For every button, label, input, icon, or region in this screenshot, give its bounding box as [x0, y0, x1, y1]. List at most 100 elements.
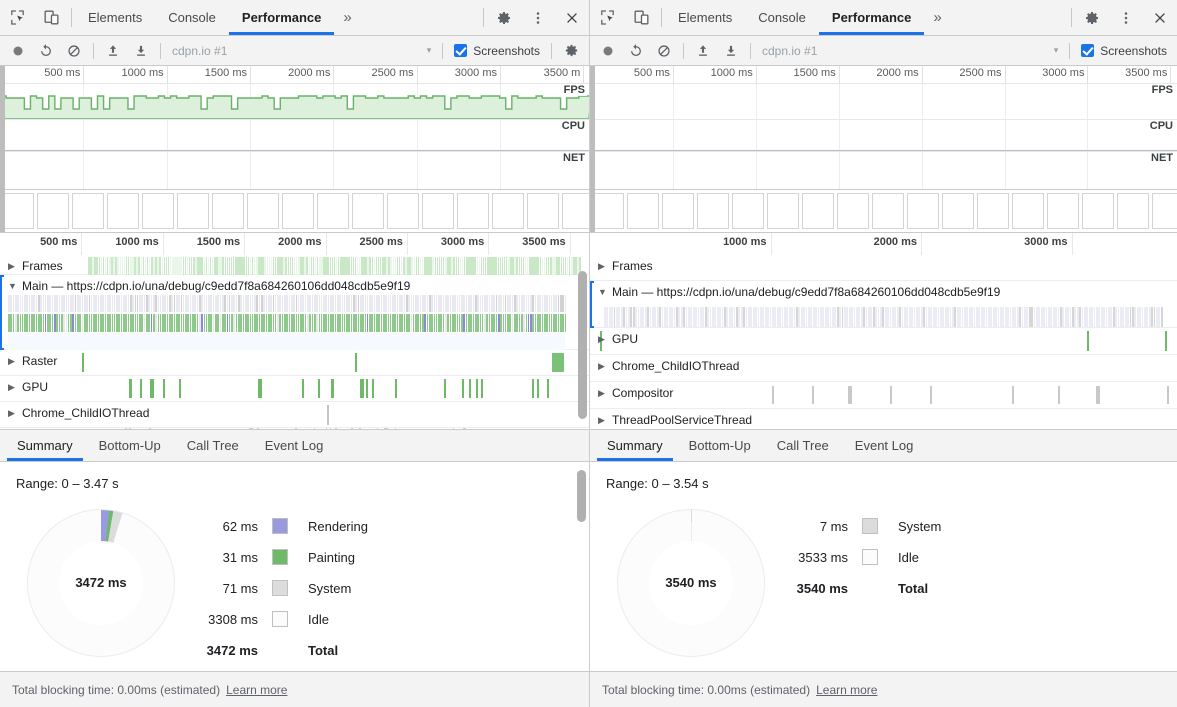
- filmstrip-frame[interactable]: [492, 193, 524, 229]
- close-icon[interactable]: [1143, 0, 1177, 35]
- flame-track-header[interactable]: ▶Chrome_ChildIOThread: [0, 402, 589, 424]
- filmstrip-frame[interactable]: [247, 193, 279, 229]
- record-circle-icon[interactable]: [4, 37, 32, 65]
- flame-track-header[interactable]: ▶GPU: [590, 328, 1177, 350]
- more-vertical-icon[interactable]: [1109, 0, 1143, 35]
- flame-track-header[interactable]: ▼Main — https://cdpn.io/una/debug/c9edd7…: [0, 275, 589, 297]
- more-tabs-chevron-icon[interactable]: »: [334, 0, 360, 35]
- recording-selector-dropdown[interactable]: cdpn.io #1▾: [756, 40, 1064, 62]
- screenshots-checkbox[interactable]: Screenshots: [448, 44, 546, 58]
- more-tabs-chevron-icon[interactable]: »: [924, 0, 950, 35]
- learn-more-link[interactable]: Learn more: [226, 683, 287, 697]
- filmstrip-frame[interactable]: [732, 193, 764, 229]
- filmstrip-frame[interactable]: [422, 193, 454, 229]
- detail-tab-event-log[interactable]: Event Log: [842, 430, 927, 461]
- close-icon[interactable]: [555, 0, 589, 35]
- inspect-cursor-icon[interactable]: [0, 0, 34, 35]
- detail-tab-call-tree[interactable]: Call Tree: [764, 430, 842, 461]
- filmstrip-frame[interactable]: [802, 193, 834, 229]
- disclosure-triangle-down-icon[interactable]: ▼: [8, 281, 17, 291]
- filmstrip-frame[interactable]: [1152, 193, 1177, 229]
- disclosure-triangle-right-icon[interactable]: ▶: [8, 408, 17, 419]
- detail-tab-event-log[interactable]: Event Log: [252, 430, 337, 461]
- disclosure-triangle-right-icon[interactable]: ▶: [8, 261, 17, 272]
- filmstrip-frame[interactable]: [72, 193, 104, 229]
- tab-console[interactable]: Console: [745, 0, 819, 35]
- upload-profile-icon[interactable]: [99, 37, 127, 65]
- detail-tab-summary[interactable]: Summary: [4, 430, 86, 461]
- recording-selector-dropdown[interactable]: cdpn.io #1▾: [166, 40, 437, 62]
- filmstrip-frame[interactable]: [527, 193, 559, 229]
- filmstrip-frame[interactable]: [457, 193, 489, 229]
- filmstrip-frame[interactable]: [2, 193, 34, 229]
- flame-track-header[interactable]: ▶Compositor: [590, 382, 1177, 404]
- filmstrip-frame[interactable]: [387, 193, 419, 229]
- tab-performance[interactable]: Performance: [229, 0, 334, 35]
- filmstrip-frame[interactable]: [662, 193, 694, 229]
- filmstrip-frame[interactable]: [1117, 193, 1149, 229]
- overview-range-handle-left[interactable]: [0, 66, 5, 232]
- filmstrip-frame[interactable]: [977, 193, 1009, 229]
- detail-tab-call-tree[interactable]: Call Tree: [174, 430, 252, 461]
- disclosure-triangle-right-icon[interactable]: ▶: [598, 334, 607, 345]
- filmstrip-frame[interactable]: [562, 193, 589, 229]
- filmstrip-frame[interactable]: [1082, 193, 1114, 229]
- gear-icon[interactable]: [557, 37, 585, 65]
- device-toolbar-icon[interactable]: [34, 0, 68, 35]
- overview-range-handle-left[interactable]: [590, 66, 595, 232]
- flame-track-header[interactable]: ▶ThreadPoolServiceThread: [590, 409, 1177, 430]
- detail-tab-bottom-up[interactable]: Bottom-Up: [86, 430, 174, 461]
- learn-more-link[interactable]: Learn more: [816, 683, 877, 697]
- disclosure-triangle-right-icon[interactable]: ▶: [8, 356, 17, 367]
- download-profile-icon[interactable]: [717, 37, 745, 65]
- screenshots-checkbox[interactable]: Screenshots: [1075, 44, 1173, 58]
- record-circle-icon[interactable]: [594, 37, 622, 65]
- filmstrip-frame[interactable]: [212, 193, 244, 229]
- flame-track-header[interactable]: ▶Chrome_ChildIOThread: [590, 355, 1177, 377]
- flame-track-header[interactable]: ▶Frames: [590, 255, 1177, 277]
- summary-scrollbar[interactable]: [577, 470, 586, 522]
- flame-track-header[interactable]: ▶GPU: [0, 376, 589, 398]
- filmstrip-frame[interactable]: [37, 193, 69, 229]
- filmstrip-frame[interactable]: [177, 193, 209, 229]
- filmstrip-frame[interactable]: [592, 193, 624, 229]
- flame-chart-scrollbar[interactable]: [578, 271, 587, 419]
- filmstrip-frame[interactable]: [1047, 193, 1079, 229]
- filmstrip-frame[interactable]: [142, 193, 174, 229]
- tab-performance[interactable]: Performance: [819, 0, 924, 35]
- filmstrip-frame[interactable]: [282, 193, 314, 229]
- disclosure-triangle-right-icon[interactable]: ▶: [598, 415, 607, 426]
- clear-prohibited-icon[interactable]: [60, 37, 88, 65]
- disclosure-triangle-right-icon[interactable]: ▶: [598, 388, 607, 399]
- detail-tab-summary[interactable]: Summary: [594, 430, 676, 461]
- filmstrip-frame[interactable]: [942, 193, 974, 229]
- detail-tab-bottom-up[interactable]: Bottom-Up: [676, 430, 764, 461]
- filmstrip-frame[interactable]: [352, 193, 384, 229]
- filmstrip-frame[interactable]: [907, 193, 939, 229]
- filmstrip-frame[interactable]: [107, 193, 139, 229]
- device-toolbar-icon[interactable]: [624, 0, 658, 35]
- reload-record-icon[interactable]: [32, 37, 60, 65]
- download-profile-icon[interactable]: [127, 37, 155, 65]
- more-vertical-icon[interactable]: [521, 0, 555, 35]
- filmstrip-frame[interactable]: [317, 193, 349, 229]
- reload-record-icon[interactable]: [622, 37, 650, 65]
- disclosure-triangle-down-icon[interactable]: ▼: [598, 287, 607, 297]
- disclosure-triangle-right-icon[interactable]: ▶: [8, 382, 17, 393]
- tab-elements[interactable]: Elements: [665, 0, 745, 35]
- filmstrip-frame[interactable]: [1012, 193, 1044, 229]
- upload-profile-icon[interactable]: [689, 37, 717, 65]
- filmstrip-frame[interactable]: [697, 193, 729, 229]
- tab-console[interactable]: Console: [155, 0, 229, 35]
- disclosure-triangle-right-icon[interactable]: ▶: [598, 261, 607, 272]
- filmstrip-frame[interactable]: [767, 193, 799, 229]
- disclosure-triangle-right-icon[interactable]: ▶: [598, 361, 607, 372]
- filmstrip-frame[interactable]: [837, 193, 869, 229]
- filmstrip-frame[interactable]: [627, 193, 659, 229]
- clear-prohibited-icon[interactable]: [650, 37, 678, 65]
- flame-track-header[interactable]: ▼Main — https://cdpn.io/una/debug/c9edd7…: [590, 281, 1177, 303]
- flame-track-header[interactable]: ▶Raster: [0, 350, 589, 372]
- tab-elements[interactable]: Elements: [75, 0, 155, 35]
- filmstrip-frame[interactable]: [872, 193, 904, 229]
- gear-icon[interactable]: [1075, 0, 1109, 35]
